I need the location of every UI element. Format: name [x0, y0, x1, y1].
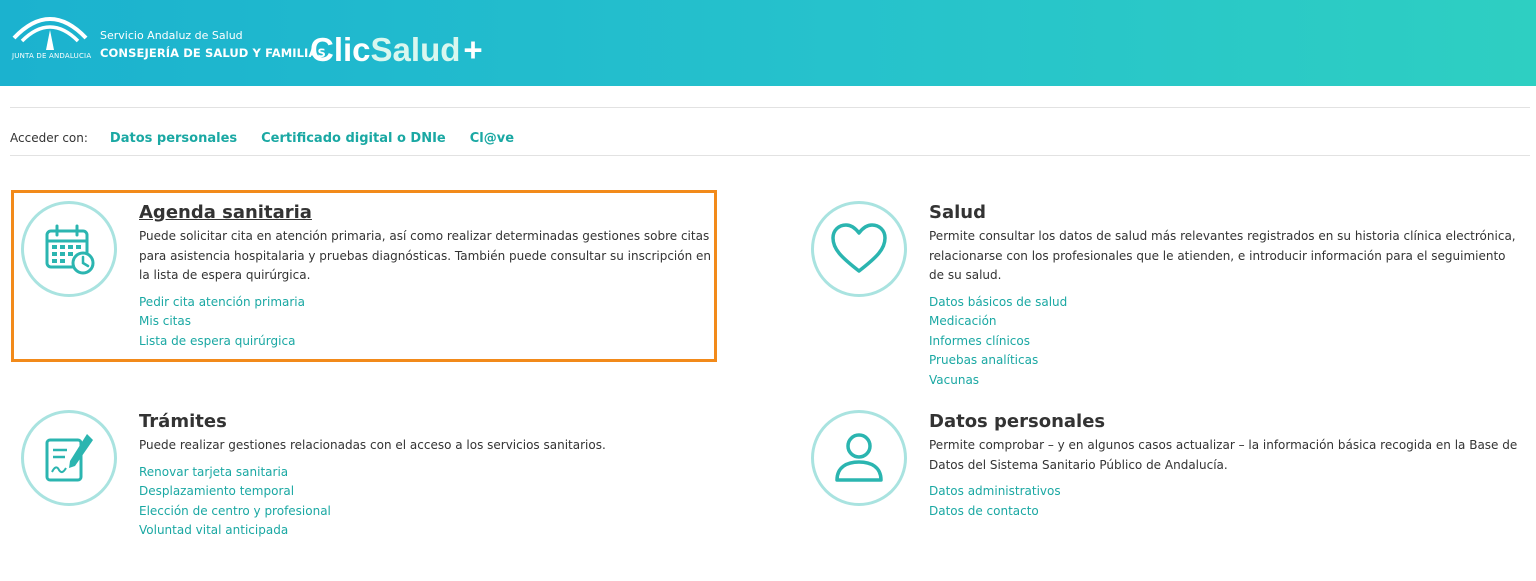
link-datos-contacto[interactable]: Datos de contacto [929, 502, 1519, 522]
access-datos-personales-link[interactable]: Datos personales [110, 131, 237, 146]
access-certificado-link[interactable]: Certificado digital o DNIe [261, 131, 446, 146]
salud-content: Salud Permite consultar los datos de sal… [929, 202, 1519, 390]
divider-top [10, 107, 1530, 108]
link-mis-citas[interactable]: Mis citas [139, 312, 714, 332]
link-renovar-tarjeta[interactable]: Renovar tarjeta sanitaria [139, 463, 714, 483]
tramites-description: Puede realizar gestiones relacionadas co… [139, 438, 606, 452]
agenda-content: Agenda sanitaria Puede solicitar cita en… [139, 202, 714, 351]
salud-description: Permite consultar los datos de salud más… [929, 229, 1516, 282]
link-pruebas-analiticas[interactable]: Pruebas analíticas [929, 351, 1519, 371]
datos-personales-description: Permite comprobar – y en algunos casos a… [929, 438, 1518, 472]
salud-title[interactable]: Salud [929, 202, 1519, 224]
link-informes-clinicos[interactable]: Informes clínicos [929, 332, 1519, 352]
brand-clic: Clic [310, 31, 371, 68]
link-eleccion-centro[interactable]: Elección de centro y profesional [139, 502, 714, 522]
tramites-title[interactable]: Trámites [139, 411, 714, 433]
agenda-description: Puede solicitar cita en atención primari… [139, 229, 712, 282]
salud-icon-circle [811, 201, 907, 297]
link-medicacion[interactable]: Medicación [929, 312, 1519, 332]
brand-plus: + [463, 31, 483, 68]
org-ministry-name: CONSEJERÍA DE SALUD Y FAMILIAS [100, 46, 326, 60]
document-pen-icon [45, 434, 93, 482]
tramites-icon-circle [21, 410, 117, 506]
heart-icon [831, 223, 887, 273]
datos-personales-content: Datos personales Permite comprobar – y e… [929, 411, 1519, 521]
link-voluntad-vital[interactable]: Voluntad vital anticipada [139, 521, 714, 541]
clicsalud-brand[interactable]: ClicSalud+ [310, 30, 483, 70]
user-icon [835, 433, 883, 482]
agenda-icon-circle [21, 201, 117, 297]
link-vacunas[interactable]: Vacunas [929, 371, 1519, 391]
access-label: Acceder con: [10, 131, 88, 145]
access-bar: Acceder con: Datos personales Certificad… [10, 129, 538, 147]
org-service-name: Servicio Andaluz de Salud [100, 29, 243, 42]
divider-bottom [10, 155, 1530, 156]
link-datos-basicos-salud[interactable]: Datos básicos de salud [929, 293, 1519, 313]
link-pedir-cita[interactable]: Pedir cita atención primaria [139, 293, 714, 313]
organization-name: Servicio Andaluz de Salud CONSEJERÍA DE … [100, 29, 326, 63]
logo-caption: JUNTA DE ANDALUCIA [12, 52, 92, 60]
tramites-content: Trámites Puede realizar gestiones relaci… [139, 411, 714, 541]
link-desplazamiento-temporal[interactable]: Desplazamiento temporal [139, 482, 714, 502]
datos-personales-title[interactable]: Datos personales [929, 411, 1519, 433]
calendar-clock-icon [45, 224, 95, 275]
link-lista-espera[interactable]: Lista de espera quirúrgica [139, 332, 714, 352]
brand-salud: Salud [370, 31, 461, 68]
junta-logo-icon [12, 17, 88, 50]
access-clave-link[interactable]: Cl@ve [470, 131, 514, 146]
site-header: JUNTA DE ANDALUCIA Servicio Andaluz de S… [0, 0, 1536, 86]
agenda-title[interactable]: Agenda sanitaria [139, 202, 714, 224]
datos-personales-icon-circle [811, 410, 907, 506]
link-datos-administrativos[interactable]: Datos administrativos [929, 482, 1519, 502]
